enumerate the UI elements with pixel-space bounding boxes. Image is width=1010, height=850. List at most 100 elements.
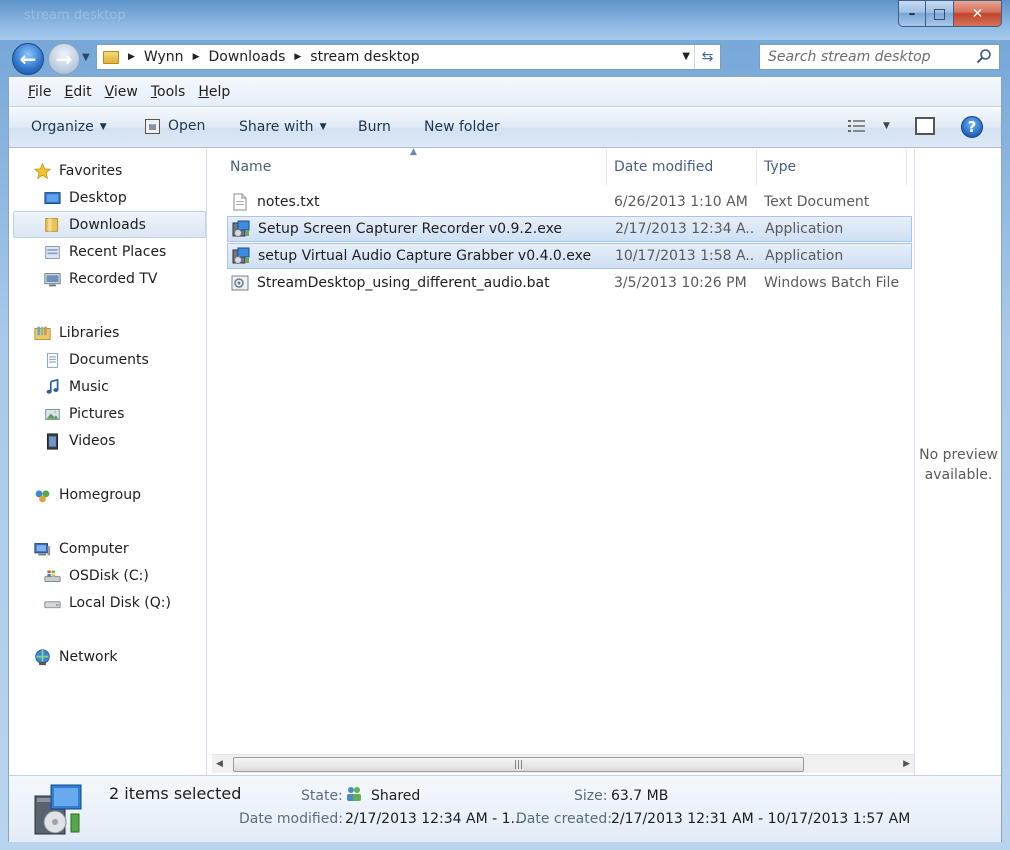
no-preview-line-1: No preview [919,447,998,463]
no-preview-line-2: available. [924,467,993,483]
nav-recent-places-label: Recent Places [69,244,167,260]
scroll-right-icon[interactable]: ▶ [903,759,910,769]
column-header-date[interactable]: Date modified [614,149,713,185]
file-row[interactable]: StreamDesktop_using_different_audio.bat … [227,270,912,296]
details-pane: 2 items selected State: Shared Size: 63.… [9,775,1001,842]
preview-pane: No preview available. [914,149,1001,775]
music-icon [46,378,59,394]
date-created-value: 2/17/2013 12:31 AM - 10/17/2013 1:57 AM [611,811,911,827]
help-button[interactable]: ? [961,116,983,138]
grip-icon: ||| [513,759,524,770]
nav-documents[interactable]: Documents [44,348,149,372]
column-header-name[interactable]: Name [230,149,271,185]
file-list: ▲ Name Date modified Type notes.txt 6/26… [208,147,913,775]
share-with-button[interactable]: Share with ▼ [239,119,326,135]
menu-view[interactable]: View [105,84,138,100]
nav-favorites[interactable]: Favorites [34,159,122,183]
help-icon: ? [967,118,977,136]
desktop-icon [44,191,61,204]
chevron-right-icon[interactable]: ▶ [294,52,301,62]
nav-recorded-tv[interactable]: Recorded TV [44,267,157,291]
nav-videos[interactable]: Videos [44,429,116,453]
close-button[interactable]: ✕ [954,0,1002,27]
nav-pictures[interactable]: Pictures [44,402,124,426]
menu-file[interactable]: File [28,84,51,100]
scroll-left-icon[interactable]: ◀ [216,759,223,769]
file-row[interactable]: Setup Screen Capturer Recorder v0.9.2.ex… [227,216,912,242]
chevron-down-icon: ▼ [99,122,107,132]
nav-network[interactable]: Network [34,645,117,669]
share-with-label: Share with [239,119,314,135]
nav-osdisk[interactable]: OSDisk (C:) [44,564,149,588]
search-icon[interactable] [976,48,992,64]
open-button[interactable]: ▤ Open [145,118,205,134]
caption-buttons: – □ ✕ [898,0,1002,27]
file-row[interactable]: setup Virtual Audio Capture Grabber v0.4… [227,243,912,269]
column-header-type[interactable]: Type [764,149,796,185]
chevron-right-icon[interactable]: ▶ [128,52,135,62]
maximize-icon: □ [932,5,947,22]
nav-computer[interactable]: Computer [34,537,129,561]
nav-libraries[interactable]: Libraries [34,321,119,345]
column-divider[interactable] [606,149,607,185]
star-icon [34,162,51,179]
scroll-thumb[interactable]: ||| [233,757,804,772]
organize-button[interactable]: Organize ▼ [31,119,107,135]
nav-desktop[interactable]: Desktop [44,186,127,210]
file-type: Text Document [764,194,870,210]
nav-local-disk-label: Local Disk (Q:) [69,595,171,611]
breadcrumb-wynn[interactable]: Wynn [144,49,184,65]
new-folder-button[interactable]: New folder [424,119,500,135]
column-type-label: Type [764,159,797,175]
menu-edit[interactable]: Edit [64,84,91,100]
burn-button[interactable]: Burn [358,119,391,135]
breadcrumb-stream-desktop[interactable]: stream desktop [310,49,419,65]
videos-icon [46,432,59,450]
title-bar[interactable]: stream desktop [0,0,1010,40]
refresh-icon: ⇆ [701,49,714,65]
address-bar[interactable]: ▶ Wynn ▶ Downloads ▶ stream desktop ▼ ⇆ [96,44,721,70]
date-modified-label: Date modified: [239,811,343,827]
nav-libraries-label: Libraries [59,325,120,341]
column-divider[interactable] [756,149,757,185]
refresh-button[interactable]: ⇆ [694,45,720,69]
documents-icon [46,352,59,368]
file-name: StreamDesktop_using_different_audio.bat [257,275,550,291]
file-type: Application [765,221,844,237]
menu-help[interactable]: Help [198,84,230,100]
file-row[interactable]: notes.txt 6/26/2013 1:10 AM Text Documen… [227,189,912,215]
minimize-button[interactable]: – [898,0,926,27]
nav-videos-label: Videos [69,433,116,449]
back-arrow-icon: ← [19,47,37,71]
nav-pictures-label: Pictures [69,406,125,422]
forward-button[interactable]: → [48,43,80,75]
column-divider[interactable] [906,149,907,185]
file-name: Setup Screen Capturer Recorder v0.9.2.ex… [258,221,563,237]
breadcrumb-downloads[interactable]: Downloads [208,49,285,65]
recent-pages-dropdown[interactable]: ▼ [82,52,90,63]
nav-homegroup[interactable]: Homegroup [34,483,141,507]
nav-downloads[interactable]: Downloads [13,211,206,238]
new-folder-label: New folder [424,119,500,135]
nav-local-disk[interactable]: Local Disk (Q:) [44,591,171,615]
nav-documents-label: Documents [69,352,149,368]
change-view-button[interactable]: ▼ [847,118,890,134]
horizontal-scrollbar[interactable]: ◀ ||| ▶ [212,754,914,773]
menu-tools[interactable]: Tools [151,84,186,100]
shared-icon [347,787,361,801]
chevron-right-icon[interactable]: ▶ [193,52,200,62]
installer-icon [232,247,250,264]
nav-music[interactable]: Music [44,375,109,399]
back-button[interactable]: ← [12,43,44,75]
window-frame: stream desktop – □ ✕ ← → ▼ ▶ Wynn ▶ Down… [0,0,1010,850]
nav-music-label: Music [69,379,109,395]
installer-icon [34,784,82,835]
chevron-down-icon[interactable]: ▼ [883,121,890,131]
address-dropdown-icon[interactable]: ▼ [682,51,690,62]
state-label: State: [301,788,343,804]
maximize-button[interactable]: □ [926,0,954,27]
search-input[interactable]: Search stream desktop [759,44,1000,70]
nav-recent-places[interactable]: Recent Places [44,240,166,264]
details-view-icon [848,120,865,132]
preview-pane-button[interactable] [915,117,935,135]
